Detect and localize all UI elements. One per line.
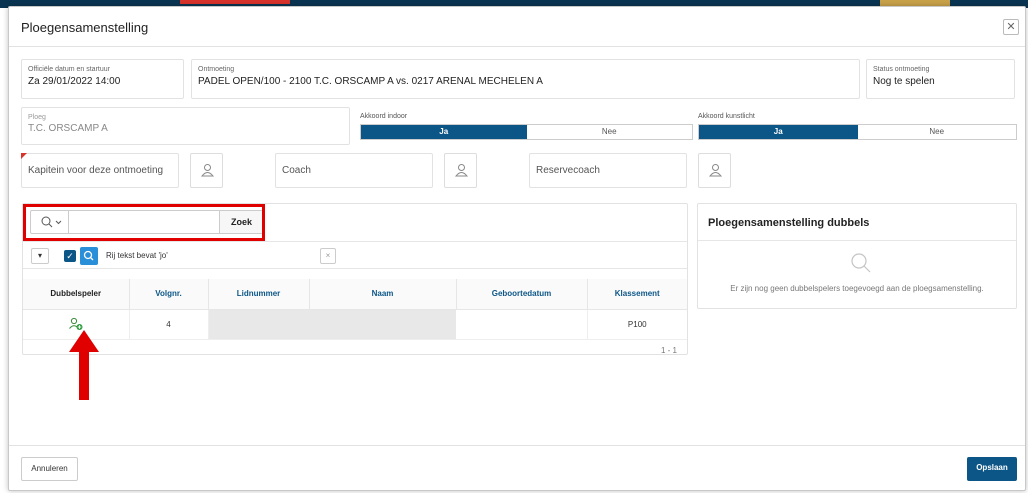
required-marker	[21, 153, 27, 159]
search-icon	[83, 250, 94, 261]
annotation-highlight-box	[23, 204, 265, 241]
reserve-coach-field[interactable]: Reservecoach	[529, 153, 687, 188]
field-label: Officiële datum en startuur	[28, 66, 110, 73]
field-label: Status ontmoeting	[873, 66, 930, 73]
lidnummer-cell	[208, 309, 309, 340]
coach-field[interactable]: Coach	[275, 153, 433, 188]
match-datetime-field: Officiële datum en startuur Za 29/01/202…	[21, 59, 184, 99]
field-label: Ontmoeting	[198, 66, 235, 73]
column-header-volgnr[interactable]: Volgnr.	[129, 279, 209, 310]
team-field: Ploeg T.C. ORSCAMP A	[21, 107, 350, 145]
light-no-option[interactable]: Nee	[857, 125, 1016, 139]
team-composition-dialog: Ploegensamenstelling ✕ Officiële datum e…	[8, 6, 1026, 491]
indoor-label: Akkoord indoor	[360, 113, 408, 120]
naam-cell	[309, 309, 456, 340]
field-value: Nog te spelen	[873, 76, 935, 87]
column-header-dubbelspeler[interactable]: Dubbelspeler	[23, 279, 130, 310]
pagination-bar: 1 - 1	[23, 340, 687, 362]
person-icon	[454, 164, 469, 177]
reserve-coach-lookup-button[interactable]	[698, 153, 731, 188]
light-label: Akkoord kunstlicht	[698, 113, 755, 120]
annotation-arrow-icon	[69, 330, 99, 400]
meeting-field: Ontmoeting PADEL OPEN/100 - 2100 T.C. OR…	[191, 59, 860, 99]
person-icon	[708, 164, 723, 177]
dialog-footer: Annuleren Opslaan	[9, 445, 1025, 490]
light-yes-option[interactable]: Ja	[699, 125, 858, 139]
players-grid: Dubbelspeler Volgnr. Lidnummer Naam Gebo…	[23, 279, 687, 362]
doubles-panel-title: Ploegensamenstelling dubbels	[708, 217, 870, 229]
captain-field[interactable]: Kapitein voor deze ontmoeting	[21, 153, 179, 188]
field-value: Za 29/01/2022 14:00	[28, 76, 121, 87]
klassement-cell: P100	[587, 309, 687, 340]
volgnr-cell: 4	[129, 309, 209, 340]
indoor-toggle: Ja Nee	[360, 124, 693, 140]
indoor-no-option[interactable]: Nee	[526, 125, 692, 139]
person-icon	[200, 164, 215, 177]
geboortedatum-cell	[456, 309, 588, 340]
column-header-klassement[interactable]: Klassement	[587, 279, 687, 310]
save-button[interactable]: Opslaan	[967, 457, 1017, 481]
light-toggle: Ja Nee	[698, 124, 1017, 140]
indoor-yes-option[interactable]: Ja	[361, 125, 527, 139]
field-value: T.C. ORSCAMP A	[28, 123, 108, 134]
column-header-lidnummer[interactable]: Lidnummer	[208, 279, 310, 310]
field-value: PADEL OPEN/100 - 2100 T.C. ORSCAMP A vs.…	[198, 76, 543, 87]
dialog-header: Ploegensamenstelling ✕	[9, 7, 1025, 47]
players-panel: Zoek ▾ ✓ Rij tekst bevat 'jo' × Dubbelsp…	[22, 203, 688, 355]
close-icon[interactable]: ✕	[1003, 19, 1019, 35]
doubles-panel: Ploegensamenstelling dubbels Er zijn nog…	[697, 203, 1017, 309]
filter-type-button[interactable]	[80, 247, 98, 265]
remove-filter-button[interactable]: ×	[320, 248, 336, 264]
field-label: Ploeg	[28, 114, 46, 121]
table-row: 4 P100	[23, 309, 687, 340]
divider	[698, 240, 1016, 241]
search-icon	[851, 253, 871, 273]
filter-enabled-checkbox[interactable]: ✓	[64, 250, 76, 262]
filter-text: Rij tekst bevat 'jo'	[106, 251, 168, 260]
column-header-naam[interactable]: Naam	[309, 279, 457, 310]
match-status-field: Status ontmoeting Nog te spelen	[866, 59, 1015, 99]
doubles-empty-message: Er zijn nog geen dubbelspelers toegevoeg…	[730, 284, 984, 293]
filter-row: ▾ ✓ Rij tekst bevat 'jo' ×	[23, 241, 687, 269]
pagination-text: 1 - 1	[660, 345, 677, 355]
cancel-button[interactable]: Annuleren	[21, 457, 78, 481]
coach-lookup-button[interactable]	[444, 153, 477, 188]
column-header-geboortedatum[interactable]: Geboortedatum	[456, 279, 588, 310]
captain-lookup-button[interactable]	[190, 153, 223, 188]
dialog-title: Ploegensamenstelling	[21, 20, 149, 35]
background-accent	[180, 0, 290, 4]
collapse-toggle[interactable]: ▾	[31, 248, 49, 264]
